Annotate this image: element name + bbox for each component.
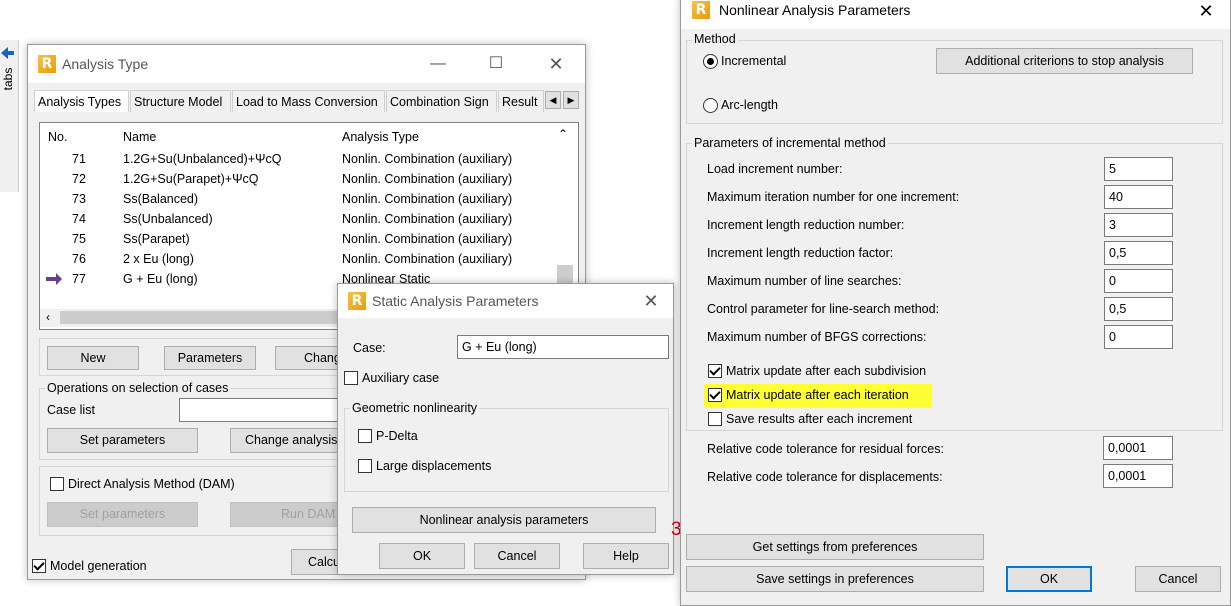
dam-set-parameters-button[interactable]: Set parameters — [47, 502, 198, 527]
field-label: Maximum number of BFGS corrections: — [707, 330, 927, 344]
additional-criterions-button[interactable]: Additional criterions to stop analysis — [936, 48, 1193, 74]
field-label: Increment length reduction number: — [707, 218, 905, 232]
geometric-nonlinearity-group — [344, 408, 669, 492]
method-group-title: Method — [692, 32, 738, 46]
tab-load-to-mass[interactable]: Load to Mass Conversion — [232, 90, 385, 112]
field-label: Increment length reduction factor: — [707, 246, 894, 260]
change-analysis-button[interactable]: Change analysis — [230, 428, 345, 453]
field-label: Control parameter for line-search method… — [707, 302, 940, 316]
dialog-title: Nonlinear Analysis Parameters — [719, 2, 911, 18]
horizontal-scrollbar-thumb[interactable] — [60, 311, 340, 324]
maximize-icon[interactable]: ☐ — [476, 52, 516, 76]
field-label: Maximum number of line searches: — [707, 274, 902, 288]
close-icon[interactable]: ✕ — [631, 289, 671, 313]
large-displacements-checkbox[interactable] — [358, 459, 372, 473]
p-delta-label: P-Delta — [376, 429, 418, 443]
matrix-update-iteration-checkbox[interactable] — [708, 388, 722, 402]
cancel-button[interactable]: Cancel — [1135, 566, 1221, 592]
load-increment-number-input[interactable]: 5 — [1104, 157, 1173, 181]
increment-reduction-number-input[interactable]: 3 — [1104, 213, 1173, 237]
table-row[interactable]: 71 1.2G+Su(Unbalanced)+ΨcQ Nonlin. Combina… — [48, 149, 568, 169]
increment-reduction-factor-input[interactable]: 0,5 — [1104, 241, 1173, 265]
current-row-arrow-icon — [44, 269, 64, 295]
incremental-label: Incremental — [721, 54, 787, 68]
table-row[interactable]: 72 1.2G+Su(Parapet)+ΨcQ Nonlin. Combinatio… — [48, 169, 568, 189]
field-label: Load increment number: — [707, 162, 843, 176]
save-results-label: Save results after each increment — [726, 412, 913, 426]
robot-logo-icon: R — [692, 1, 710, 19]
auxiliary-case-label: Auxiliary case — [362, 371, 440, 385]
table-row[interactable]: 73 Ss(Balanced) Nonlin. Combination (auxil… — [48, 189, 568, 209]
close-icon[interactable]: ✕ — [1186, 0, 1226, 23]
model-generation-label: Model generation — [50, 559, 147, 573]
large-displacements-label: Large displacements — [376, 459, 492, 473]
arc-length-label: Arc-length — [721, 98, 778, 112]
close-icon[interactable]: ✕ — [536, 52, 576, 76]
tab-structure-model[interactable]: Structure Model — [130, 90, 231, 112]
set-parameters-button[interactable]: Set parameters — [47, 428, 198, 453]
col-header-name[interactable]: Name — [123, 130, 156, 144]
scroll-left-icon[interactable]: ‹ — [46, 310, 50, 324]
tab-analysis-types[interactable]: Analysis Types — [34, 90, 129, 112]
incremental-params-title: Parameters of incremental method — [692, 136, 888, 150]
model-generation-checkbox[interactable] — [32, 559, 46, 573]
table-row[interactable]: 74 Ss(Unbalanced) Nonlin. Combination (aux… — [48, 209, 568, 229]
scroll-up-icon[interactable]: ⌃ — [558, 127, 568, 141]
nonlinear-analysis-parameters-button[interactable]: Nonlinear analysis parameters — [352, 507, 656, 533]
geometric-nonlinearity-title: Geometric nonlinearity — [350, 401, 480, 415]
dam-label: Direct Analysis Method (DAM) — [68, 477, 235, 491]
save-results-checkbox[interactable] — [708, 412, 722, 426]
new-button[interactable]: New — [47, 346, 139, 370]
max-bfgs-corrections-input[interactable]: 0 — [1104, 325, 1173, 349]
change-button[interactable]: Chang — [275, 346, 345, 370]
ok-button[interactable]: OK — [379, 543, 465, 569]
col-header-no[interactable]: No. — [48, 130, 67, 144]
case-list-input[interactable] — [179, 398, 344, 422]
side-panel — [0, 40, 19, 192]
tolerance-forces-label: Relative code tolerance for residual for… — [707, 442, 944, 456]
operations-group-title: Operations on selection of cases — [45, 381, 231, 395]
field-label: Maximum iteration number for one increme… — [707, 190, 960, 204]
ok-button[interactable]: OK — [1006, 566, 1092, 592]
robot-logo-icon: R — [38, 55, 56, 73]
minimize-icon[interactable]: — — [418, 52, 458, 76]
p-delta-checkbox[interactable] — [358, 429, 372, 443]
tab-scroll-right-button[interactable]: ▶ — [563, 91, 579, 109]
arrow-left-icon[interactable] — [0, 46, 14, 60]
robot-logo-icon: R — [348, 292, 366, 310]
tab-combination-sign[interactable]: Combination Sign — [386, 90, 497, 112]
side-tab-label[interactable]: tabs — [1, 64, 15, 94]
help-button[interactable]: Help — [583, 543, 669, 569]
incremental-radio[interactable] — [703, 54, 718, 69]
case-list-label: Case list — [47, 403, 95, 417]
get-settings-button[interactable]: Get settings from preferences — [686, 534, 984, 560]
run-dam-button[interactable]: Run DAM — [230, 502, 345, 527]
tolerance-forces-input[interactable]: 0,0001 — [1103, 436, 1173, 460]
max-iteration-input[interactable]: 40 — [1104, 185, 1173, 209]
tab-result[interactable]: Result — [498, 90, 544, 112]
static-analysis-dialog: R Static Analysis Parameters ✕ Case: G +… — [337, 283, 674, 575]
matrix-update-subdivision-checkbox[interactable] — [708, 364, 722, 378]
save-settings-button[interactable]: Save settings in preferences — [686, 566, 984, 592]
cancel-button[interactable]: Cancel — [474, 543, 560, 569]
matrix-update-iteration-label: Matrix update after each iteration — [726, 388, 909, 402]
col-header-type[interactable]: Analysis Type — [342, 130, 419, 144]
dialog-title: Static Analysis Parameters — [372, 293, 539, 309]
dam-checkbox[interactable] — [50, 477, 64, 491]
tolerance-displacements-input[interactable]: 0,0001 — [1103, 464, 1173, 488]
case-input[interactable]: G + Eu (long) — [457, 335, 669, 359]
parameters-button[interactable]: Parameters — [164, 346, 256, 370]
matrix-update-subdivision-label: Matrix update after each subdivision — [726, 364, 927, 378]
line-search-control-input[interactable]: 0,5 — [1104, 297, 1173, 321]
tab-scroll-left-button[interactable]: ◀ — [545, 91, 561, 109]
dialog-title: Analysis Type — [62, 56, 149, 72]
auxiliary-case-checkbox[interactable] — [344, 371, 358, 385]
table-row[interactable]: 76 2 x Eu (long) Nonlin. Combination (auxi… — [48, 249, 568, 269]
max-line-searches-input[interactable]: 0 — [1104, 269, 1173, 293]
case-label: Case: — [353, 341, 386, 355]
tolerance-displacements-label: Relative code tolerance for displacement… — [707, 470, 943, 484]
table-row[interactable]: 75 Ss(Parapet) Nonlin. Combination (auxili… — [48, 229, 568, 249]
arc-length-radio[interactable] — [703, 98, 718, 113]
